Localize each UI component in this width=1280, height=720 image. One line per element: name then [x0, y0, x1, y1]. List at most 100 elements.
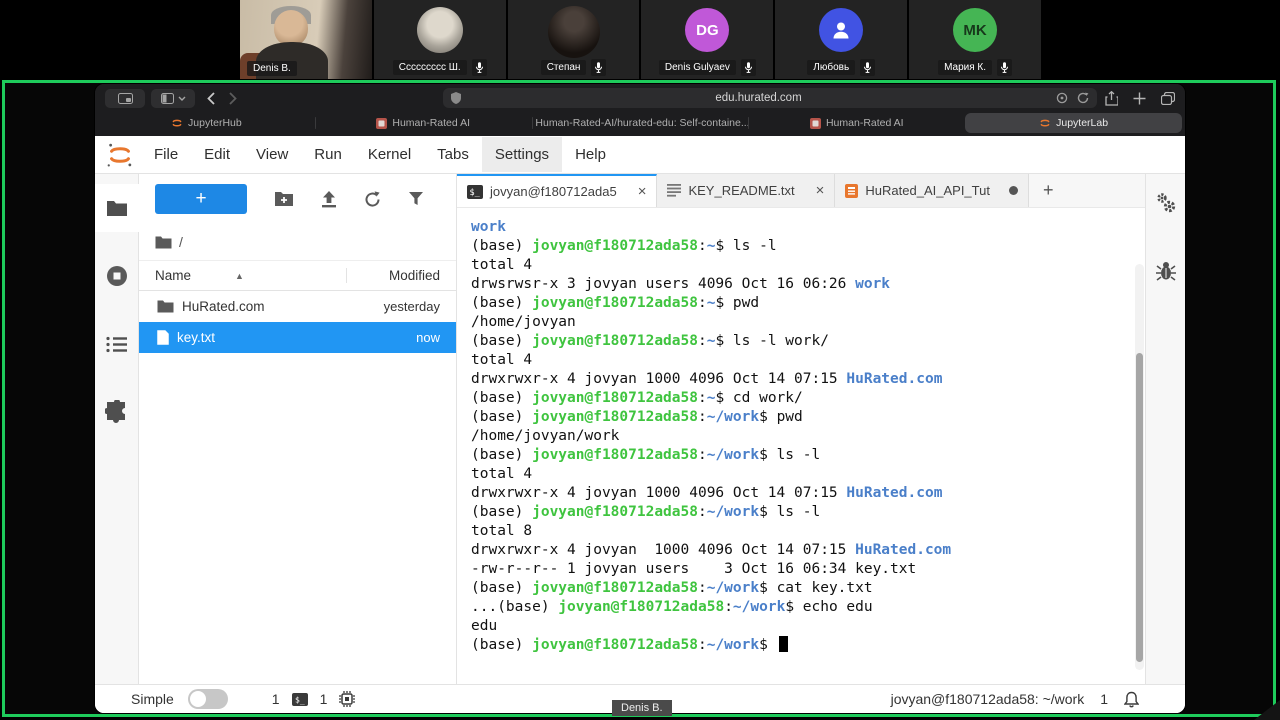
textfile-icon: [667, 184, 681, 197]
reload-icon[interactable]: [1077, 92, 1089, 104]
browser-tab[interactable]: Human-Rated-AI/hurated-edu: Self-contain…: [532, 113, 749, 133]
filter-icon: [408, 191, 424, 207]
participant-tile[interactable]: Ссссссссс Ш.: [374, 0, 506, 79]
participant-name: Denis Gulyaev: [659, 60, 736, 75]
terminal-scrollbar[interactable]: [1135, 264, 1144, 670]
terminal-session-label[interactable]: jovyan@f180712ada58: ~/work: [891, 691, 1085, 707]
mic-icon: [594, 61, 603, 74]
menu-view[interactable]: View: [243, 137, 301, 172]
participant-name: Мария К.: [938, 60, 992, 75]
new-folder-button[interactable]: [274, 191, 294, 207]
jupyter-logo: [105, 140, 135, 170]
refresh-icon: [364, 191, 381, 208]
name-column-header[interactable]: Name: [155, 268, 191, 283]
mic-icon: [863, 61, 872, 74]
terminal-line: drwsrwsr-x 3 jovyan users 4096 Oct 16 06…: [471, 275, 1121, 294]
upload-button[interactable]: [321, 191, 337, 208]
share-icon[interactable]: [1105, 91, 1118, 106]
hurated-icon: [376, 118, 387, 129]
mic-badge: [591, 59, 606, 76]
browser-tab[interactable]: Human-Rated AI: [748, 113, 965, 133]
menu-kernel[interactable]: Kernel: [355, 137, 424, 172]
mic-badge: [472, 59, 487, 76]
reader-icon[interactable]: [1056, 92, 1068, 104]
new-tab-icon[interactable]: [1133, 92, 1146, 105]
browser-tab[interactable]: JupyterLab: [965, 113, 1182, 133]
mic-icon: [1000, 61, 1009, 74]
dock-tab-label: HuRated_AI_API_Tut: [865, 183, 990, 198]
browser-tab[interactable]: Human-Rated AI: [315, 113, 532, 133]
safari-window: edu.hurated.com JupyterHubHuman-Rated AI…: [95, 84, 1185, 713]
chevron-down-icon: [178, 96, 186, 101]
presenter-name-tag: Denis B.: [612, 700, 672, 716]
folder-icon: [106, 200, 128, 217]
participant-tile[interactable]: Denis B.: [240, 0, 372, 79]
property-inspector-gears-icon[interactable]: [1154, 192, 1178, 214]
file-name: HuRated.com: [182, 299, 265, 314]
participant-tile[interactable]: DGDenis Gulyaev: [641, 0, 773, 79]
simple-mode-toggle[interactable]: [188, 689, 228, 709]
kernel-chip-icon: [339, 691, 355, 707]
window-overview-button[interactable]: [105, 89, 145, 108]
menu-tabs[interactable]: Tabs: [424, 137, 482, 172]
address-bar[interactable]: edu.hurated.com: [443, 88, 1097, 108]
browser-tab-bar: JupyterHubHuman-Rated AIHuman-Rated-AI/h…: [95, 112, 1185, 136]
menu-help[interactable]: Help: [562, 137, 619, 172]
close-tab-icon[interactable]: ×: [816, 182, 825, 199]
new-folder-icon: [274, 191, 294, 207]
add-tab-button[interactable]: +: [1035, 180, 1062, 201]
terminal-output[interactable]: work(base) jovyan@f180712ada58:~$ ls -lt…: [457, 207, 1145, 684]
file-row[interactable]: HuRated.com yesterday: [139, 291, 456, 322]
sidebar-toggle-button[interactable]: [151, 89, 195, 108]
terminal-line: -rw-r--r-- 1 jovyan users 3 Oct 16 06:34…: [471, 560, 1121, 579]
filter-button[interactable]: [408, 191, 424, 207]
forward-button[interactable]: [229, 92, 237, 105]
refresh-button[interactable]: [364, 191, 381, 208]
browser-tab[interactable]: JupyterHub: [98, 113, 315, 133]
file-row[interactable]: key.txtnow: [139, 322, 456, 353]
back-button[interactable]: [207, 92, 215, 105]
simple-mode-label: Simple: [131, 691, 174, 707]
new-launcher-button[interactable]: +: [155, 184, 247, 214]
terminal-icon: $_: [467, 185, 483, 199]
file-modified: yesterday: [352, 299, 456, 314]
left-activity-bar: [95, 174, 139, 684]
terminal-line: edu: [471, 617, 1121, 636]
file-list-header: Name ▲ Modified: [139, 260, 456, 291]
menu-edit[interactable]: Edit: [191, 137, 243, 172]
terminal-line: (base) jovyan@f180712ada58:~/work$ ls -l: [471, 446, 1121, 465]
breadcrumb[interactable]: /: [139, 222, 456, 260]
notification-count: 1: [1100, 691, 1108, 707]
extension-manager-tab[interactable]: [95, 388, 139, 436]
zoom-corner-handle: [1254, 700, 1280, 720]
unsaved-indicator: [1009, 186, 1018, 195]
modified-column-header[interactable]: Modified: [346, 268, 456, 283]
kernel-count: 1: [320, 691, 328, 707]
menu-run[interactable]: Run: [301, 137, 355, 172]
sort-ascending-icon[interactable]: ▲: [235, 271, 244, 281]
debugger-bug-icon[interactable]: [1155, 260, 1177, 282]
stop-circle-icon: [105, 264, 129, 288]
participant-strip: Denis B. Ссссссссс Ш.СтепанDGDenis Gulyae…: [240, 0, 1041, 79]
menu-settings[interactable]: Settings: [482, 137, 562, 172]
menu-file[interactable]: File: [141, 137, 191, 172]
terminal-line: drwxrwxr-x 4 jovyan 1000 4096 Oct 14 07:…: [471, 370, 1121, 389]
dock-tab[interactable]: HuRated_AI_API_Tut: [835, 174, 1029, 207]
close-tab-icon[interactable]: ×: [638, 183, 647, 200]
participant-tile[interactable]: Любовь: [775, 0, 907, 79]
file-browser-tab[interactable]: [95, 184, 139, 232]
running-sessions-tab[interactable]: [95, 252, 139, 300]
bell-icon[interactable]: [1124, 691, 1139, 708]
jupyter-icon: [1039, 117, 1051, 129]
participant-name: Denis B.: [247, 61, 297, 76]
dock-tab[interactable]: KEY_README.txt×: [657, 174, 835, 207]
mic-icon: [744, 61, 753, 74]
avatar: [417, 7, 463, 53]
kernel-status[interactable]: 1 $_ 1: [272, 691, 356, 707]
participant-tile[interactable]: Степан: [508, 0, 640, 79]
participant-tile[interactable]: MKМария К.: [909, 0, 1041, 79]
terminal-line: (base) jovyan@f180712ada58:~/work$: [471, 636, 1121, 655]
tab-overview-icon[interactable]: [1161, 92, 1175, 105]
table-of-contents-tab[interactable]: [95, 320, 139, 368]
dock-tab[interactable]: $_jovyan@f180712ada5×: [457, 174, 657, 207]
